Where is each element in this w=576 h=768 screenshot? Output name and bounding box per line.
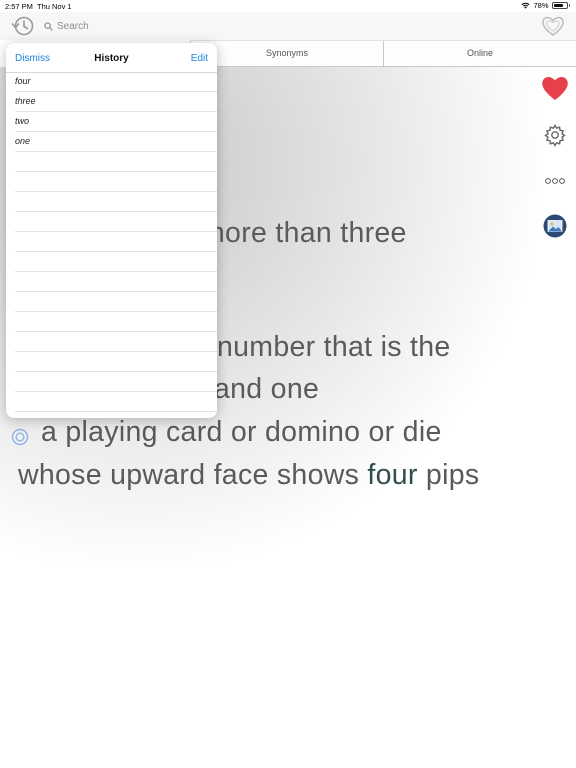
history-item[interactable]: one <box>15 132 217 152</box>
history-list: four three two one <box>15 72 217 418</box>
gear-icon <box>544 124 566 147</box>
empty-row <box>15 332 217 352</box>
definition-text: whose upward face shows <box>18 459 368 491</box>
history-item[interactable]: three <box>15 92 217 112</box>
definition-text: pips <box>417 459 480 491</box>
history-icon <box>11 16 34 36</box>
popover-title: History <box>94 53 129 64</box>
history-button[interactable] <box>10 13 36 39</box>
tab-synonyms[interactable]: Synonyms <box>190 41 383 66</box>
toolbar <box>0 12 576 40</box>
heart-icon <box>542 77 568 100</box>
search-field[interactable] <box>44 17 194 35</box>
status-time: 2:57 PM <box>5 2 33 11</box>
image-button[interactable] <box>540 211 570 241</box>
definition-line: and one <box>214 373 320 405</box>
empty-row <box>15 252 217 272</box>
image-icon <box>543 214 567 238</box>
empty-row <box>15 192 217 212</box>
bullet-icon <box>11 428 29 446</box>
empty-row <box>15 292 217 312</box>
battery-level <box>553 4 563 7</box>
highlighted-word[interactable]: four <box>367 459 417 491</box>
status-date: Thu Nov 1 <box>37 2 72 11</box>
empty-row <box>15 232 217 252</box>
definition-line: more than three <box>201 217 407 249</box>
empty-row <box>15 152 217 172</box>
empty-row <box>15 352 217 372</box>
wifi-icon <box>521 2 531 9</box>
more-button[interactable] <box>540 166 570 196</box>
favorites-button[interactable] <box>540 14 566 38</box>
edit-button[interactable]: Edit <box>191 53 208 64</box>
favorite-button[interactable] <box>540 73 570 103</box>
tab-bar: Synonyms Online <box>190 40 576 67</box>
definition-line: a playing card or domino or die <box>41 416 442 448</box>
history-item[interactable]: four <box>15 72 217 92</box>
popover-header: Dismiss History Edit <box>6 43 217 73</box>
empty-row <box>15 312 217 332</box>
empty-row <box>15 272 217 292</box>
empty-row <box>15 212 217 232</box>
search-icon <box>44 21 53 31</box>
tab-online[interactable]: Online <box>383 41 576 66</box>
empty-row <box>15 392 217 412</box>
heart-outline-icon <box>542 16 564 36</box>
status-indicators: 78% <box>521 1 570 10</box>
battery-icon <box>551 2 568 9</box>
definition-line: number that is the <box>217 331 451 363</box>
ellipsis-icon <box>545 178 565 184</box>
history-popover: Dismiss History Edit four three two one <box>6 43 217 418</box>
empty-row <box>15 372 217 392</box>
battery-percent: 78% <box>533 1 549 10</box>
definition-line: whose upward face shows four pips <box>18 459 479 492</box>
history-item[interactable]: two <box>15 112 217 132</box>
empty-row <box>15 412 217 418</box>
empty-row <box>15 172 217 192</box>
settings-button[interactable] <box>540 120 570 150</box>
battery-tip <box>568 4 570 7</box>
status-bar: 2:57 PM Thu Nov 1 78% <box>0 0 576 12</box>
search-input[interactable] <box>57 20 177 32</box>
